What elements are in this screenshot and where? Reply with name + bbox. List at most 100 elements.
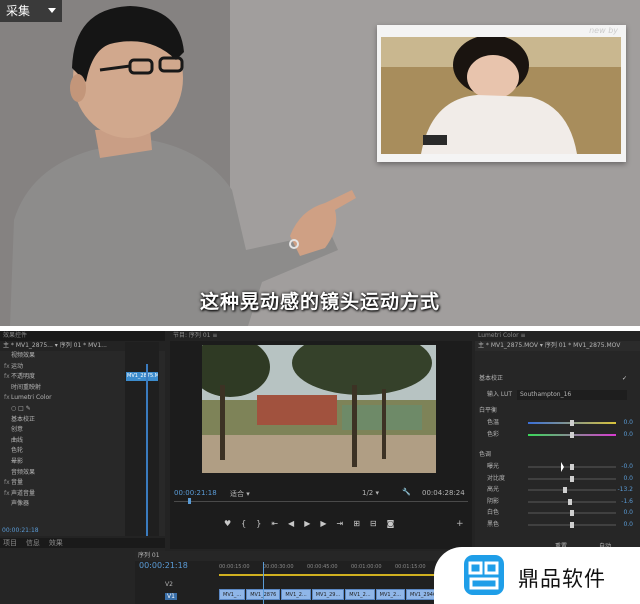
transport-controls[interactable]: ♥{}⇤◀▶▶⇥⊞⊟◙ [224, 519, 404, 528]
lumetri-slider-row[interactable]: 黑色 0.0 [475, 520, 635, 530]
tab-effects[interactable]: 效果 [49, 539, 63, 547]
slider-value[interactable]: 0.0 [623, 430, 633, 440]
effect-row-label: 声道音量 [11, 489, 36, 497]
timeline-clips: MV1_...MV1_2876MV1_2...MV1_29...MV1_2...… [219, 589, 454, 601]
checkbox-icon[interactable]: ✓ [622, 374, 627, 384]
effect-row-label: 视频效果 [11, 352, 36, 359]
video-subtitle: 这种晃动感的镜头运动方式 [199, 291, 440, 313]
effect-row-label: ○ □ ✎ [11, 404, 31, 412]
fx-icon: fx [4, 479, 10, 487]
wrench-icon[interactable]: 🔧 [402, 488, 411, 496]
slider-label: 色温 [487, 419, 500, 426]
fit-dropdown[interactable]: 适合 ▾ [230, 489, 250, 499]
effect-row-label: 基本校正 [11, 415, 36, 423]
ruler-tick: 00:01:00:00 [351, 564, 382, 570]
effect-row-label: 声像器 [11, 500, 30, 508]
timeline-panel: 序列 01 00:00:21:18 00:00:15:00 00:00:30:00… [135, 551, 472, 604]
program-playhead[interactable] [188, 498, 191, 504]
effect-row-label: 音量 [11, 479, 24, 487]
effect-playhead[interactable] [146, 364, 148, 536]
slider-knob[interactable] [570, 510, 574, 516]
slider-knob[interactable] [570, 464, 574, 470]
program-preview [202, 345, 436, 473]
timeline-clip[interactable]: MV1_2... [281, 589, 311, 600]
lumetri-title[interactable]: Lumetri Color ≡ [475, 331, 640, 341]
resolution-dropdown[interactable]: 1/2 ▾ [362, 489, 379, 497]
slider-label: 白色 [487, 509, 500, 516]
timeline-work-area[interactable] [219, 574, 469, 576]
slider-value[interactable]: 0.0 [623, 520, 633, 530]
timeline-playhead[interactable] [263, 562, 264, 604]
ruler-tick: 00:00:30:00 [263, 564, 294, 570]
video-frame: new by 这种晃动感的镜头运动方式 [0, 0, 640, 326]
projected-photo: new by [377, 25, 626, 162]
slider-label: 对比度 [487, 474, 506, 482]
slider-label: 黑色 [487, 520, 500, 528]
slider-knob[interactable] [570, 475, 574, 482]
slider-knob[interactable] [570, 420, 574, 426]
timeline-timecode: 00:00:21:18 [139, 561, 188, 570]
brand-name: 鼎品软件 [518, 567, 606, 591]
photo-watermark: new by [589, 26, 618, 35]
fit-value: 适合 [230, 490, 244, 498]
program-timecode-in: 00:00:21:18 [174, 489, 217, 497]
input-lut-label: 输入 LUT [487, 391, 513, 398]
photo-image [381, 37, 621, 154]
program-timecode-out: 00:04:28:24 [422, 489, 465, 497]
timeline-clip[interactable]: MV1_2... [375, 589, 405, 600]
slider-label: 高光 [487, 486, 500, 493]
slider-value[interactable]: -1.6 [621, 497, 633, 507]
program-scrubber[interactable] [174, 501, 468, 505]
effect-row-label: 运动 [11, 362, 24, 370]
track-v2[interactable]: V2 [165, 581, 173, 588]
effect-row-label: 色轮 [11, 447, 24, 455]
input-lut-value: Southampton_16 [520, 391, 572, 398]
fx-icon: fx [4, 394, 10, 402]
tone-section[interactable]: 色调 [479, 450, 491, 460]
chevron-down-icon [48, 8, 56, 13]
slider-label: 阴影 [487, 497, 500, 505]
slider-knob[interactable] [568, 498, 573, 505]
timeline-title[interactable]: 序列 01 [138, 552, 160, 559]
white-balance-section[interactable]: 白平衡 [479, 406, 497, 416]
slider-knob[interactable] [562, 487, 567, 493]
effect-controls-tab[interactable]: 效果控件 [0, 331, 165, 341]
ruler-tick: 00:01:15:00 [395, 564, 426, 570]
slider-value[interactable]: 0.0 [623, 418, 633, 428]
timeline-clip[interactable]: MV1_29... [311, 589, 345, 600]
preview-image [202, 345, 436, 473]
basic-correction-section[interactable]: 基本校正 [479, 374, 503, 384]
program-monitor: 节目: 序列 01 ≡ 00:00:21:18 适合 ▾ 1/2 ▾ 🔧 00:… [170, 331, 472, 549]
add-icon[interactable]: + [456, 519, 464, 529]
fx-icon: fx [4, 489, 10, 497]
slider-knob[interactable] [570, 521, 574, 528]
effect-row-label: 不透明度 [11, 373, 36, 381]
effect-row-label: 时间重映射 [11, 383, 42, 391]
lumetri-slider-row[interactable]: 阴影 -1.6 [475, 497, 635, 507]
slider-label: 色彩 [487, 430, 500, 438]
timeline-clip[interactable]: MV1_... [219, 589, 246, 600]
program-monitor-title[interactable]: 节目: 序列 01 ≡ [170, 331, 472, 341]
lumetri-slider-row[interactable]: 色温 0.0 [475, 418, 635, 428]
slider-knob[interactable] [570, 431, 574, 438]
capture-button[interactable]: 采集 [0, 0, 62, 22]
slider-value[interactable]: 0.0 [623, 508, 633, 518]
tab-project[interactable]: 项目 [3, 539, 17, 547]
slider-track[interactable] [528, 489, 616, 491]
lumetri-slider-row[interactable]: 白色 0.0 [475, 508, 635, 518]
lumetri-slider-row[interactable]: 高光 -13.2 [475, 485, 635, 495]
lumetri-slider-row[interactable]: 色彩 0.0 [475, 430, 635, 440]
slider-value[interactable]: 0.0 [623, 474, 633, 484]
timeline-clip[interactable]: MV1_2... [345, 589, 375, 600]
tab-info[interactable]: 信息 [26, 539, 40, 547]
lumetri-source[interactable]: 主 * MV1_2875.MOV ▾ 序列 01 * MV1_2875.MOV [475, 341, 640, 351]
slider-value[interactable]: -0.0 [621, 462, 633, 472]
input-lut-dropdown[interactable]: Southampton_16 [517, 390, 627, 400]
effect-row-label: 音频效果 [11, 468, 36, 476]
lumetri-slider-row[interactable]: 曝光 -0.0 [475, 462, 635, 472]
effect-row-label: 曲线 [11, 436, 24, 444]
ruler-tick: 00:00:45:00 [307, 564, 338, 570]
track-v1[interactable]: V1 [165, 593, 177, 600]
slider-value[interactable]: -13.2 [617, 485, 633, 495]
lumetri-slider-row[interactable]: 对比度 0.0 [475, 474, 635, 484]
